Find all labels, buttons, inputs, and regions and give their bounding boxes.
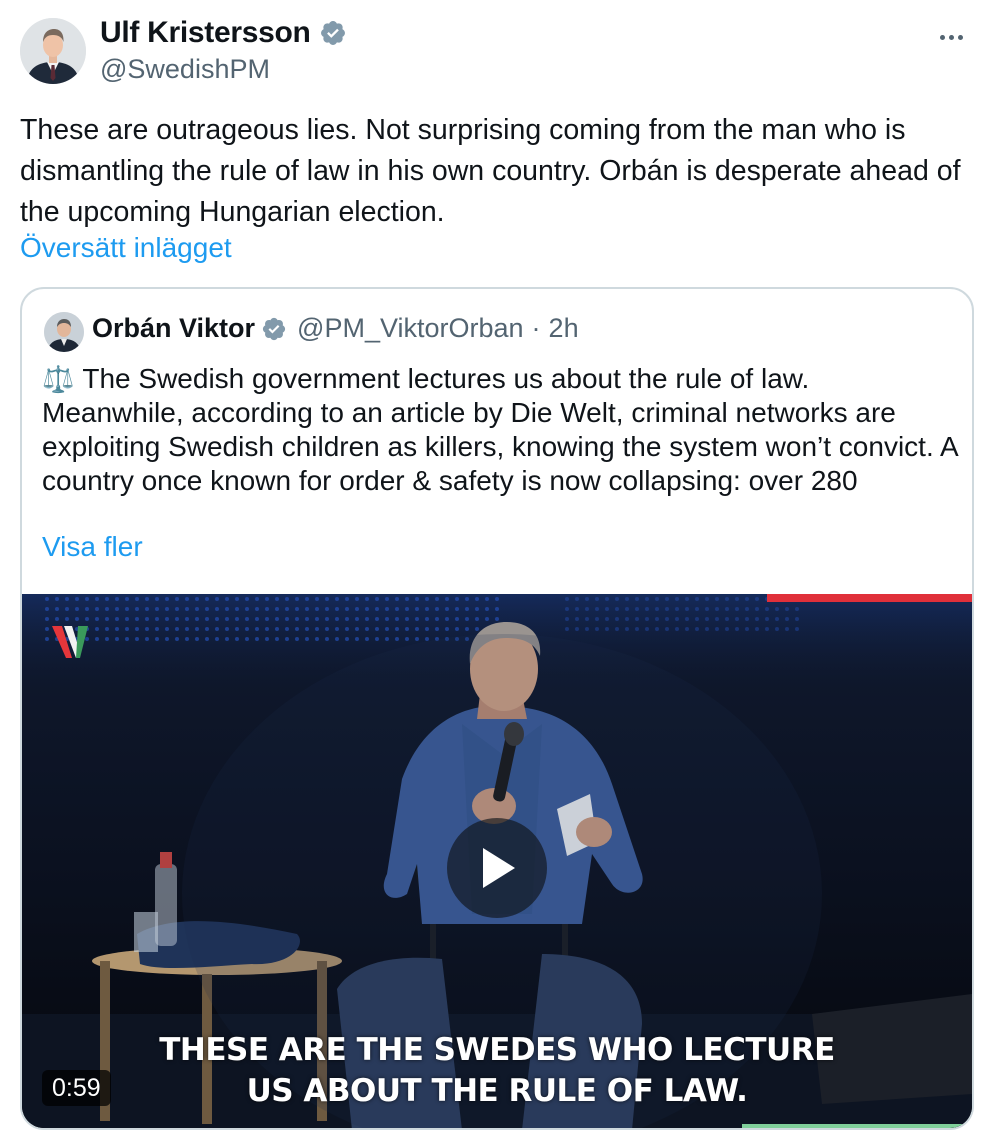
more-dot <box>948 34 954 40</box>
author-avatar[interactable] <box>20 18 86 84</box>
more-dot <box>957 34 963 40</box>
show-more-link[interactable]: Visa fler <box>42 531 143 563</box>
subtitle-line-1: THESE ARE THE SWEDES WHO LECTURE <box>159 1032 835 1068</box>
subtitle-line-2: US ABOUT THE RULE OF LAW. <box>246 1073 748 1109</box>
more-options-icon[interactable] <box>934 22 968 52</box>
video-subtitle: THESE ARE THE SWEDES WHO LECTURE US ABOU… <box>22 1030 972 1112</box>
video-player[interactable]: THESE ARE THE SWEDES WHO LECTURE US ABOU… <box>22 594 972 1128</box>
tweet-card: Ulf Kristersson @SwedishPM These are out… <box>0 0 986 1144</box>
verified-badge-icon[interactable] <box>261 316 287 342</box>
quoted-timestamp[interactable]: 2h <box>549 313 579 344</box>
author-handle[interactable]: @SwedishPM <box>100 54 270 85</box>
quoted-text: The Swedish government lectures us about… <box>42 363 958 496</box>
tweet-text: These are outrageous lies. Not surprisin… <box>20 114 961 228</box>
verified-badge-icon[interactable] <box>319 19 347 47</box>
play-icon[interactable] <box>447 818 547 918</box>
quoted-text-block: ⚖️ The Swedish government lectures us abo… <box>42 362 958 498</box>
quoted-display-name[interactable]: Orbán Viktor <box>92 313 255 344</box>
author-display-name[interactable]: Ulf Kristersson <box>100 16 311 50</box>
more-dot <box>939 34 945 40</box>
channel-logo-icon <box>50 622 90 667</box>
quoted-author-avatar[interactable] <box>44 312 84 352</box>
author-name-row: Ulf Kristersson <box>100 16 347 50</box>
header-separator: · <box>531 313 541 343</box>
video-duration: 0:59 <box>42 1070 111 1106</box>
quoted-header: Orbán Viktor @PM_ViktorOrban · 2h <box>92 313 579 344</box>
balance-scale-icon: ⚖️ <box>42 364 75 394</box>
translate-link[interactable]: Översätt inlägget <box>20 232 232 264</box>
quoted-tweet[interactable]: Orbán Viktor @PM_ViktorOrban · 2h ⚖️ The … <box>20 287 974 1130</box>
video-progress-bar[interactable] <box>742 1124 972 1128</box>
quoted-handle[interactable]: @PM_ViktorOrban <box>297 313 524 344</box>
